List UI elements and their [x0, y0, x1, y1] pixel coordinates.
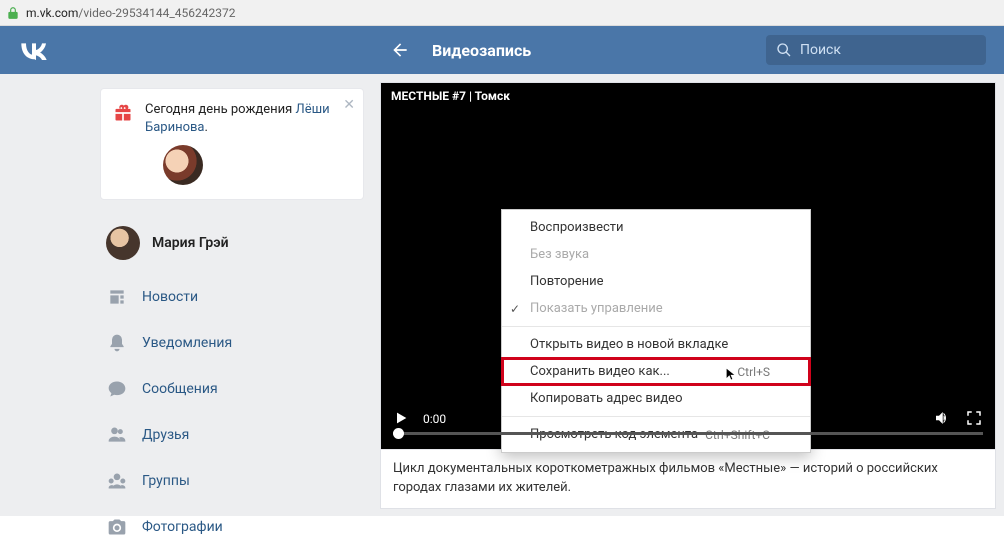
video-title: МЕСТНЫЕ #7 | Томск: [381, 83, 995, 109]
birthday-avatar[interactable]: [163, 145, 203, 185]
context-menu-item[interactable]: Сохранить видео как... Ctrl+S: [502, 358, 810, 385]
nav-label: Новости: [142, 289, 198, 305]
gift-icon: [113, 103, 133, 127]
nav-item-photos[interactable]: Фотографии: [100, 504, 364, 550]
nav-item-friends[interactable]: Друзья: [100, 412, 364, 458]
nav-label: Уведомления: [142, 335, 232, 351]
fullscreen-icon[interactable]: [965, 409, 983, 430]
photos-icon: [106, 516, 128, 538]
video-time: 0:00: [423, 412, 446, 426]
context-menu-label: Показать управление: [530, 301, 663, 316]
context-menu-item[interactable]: Воспроизвести: [502, 214, 810, 241]
context-menu-label: Воспроизвести: [530, 220, 624, 235]
bell-icon: [106, 332, 128, 354]
context-menu-shortcut: Ctrl+S: [737, 365, 770, 379]
nav-item-news[interactable]: Новости: [100, 274, 364, 320]
nav-label: Сообщения: [142, 381, 218, 397]
search-box[interactable]: Поиск: [766, 35, 986, 65]
nav-label: Фотографии: [142, 519, 223, 535]
vk-header: Видеозапись Поиск: [0, 26, 1004, 74]
page-title: Видеозапись: [432, 41, 766, 60]
birthday-card: Сегодня день рождения Лёши Баринова. ✕: [100, 88, 364, 200]
progress-bar[interactable]: [381, 433, 995, 439]
context-menu-label: Копировать адрес видео: [530, 391, 682, 406]
main-content: МЕСТНЫЕ #7 | Томск Воспроизвести Без звук…: [380, 74, 1004, 516]
video-player[interactable]: Воспроизвести Без звука Повторение Показать…: [381, 109, 995, 449]
close-icon[interactable]: ✕: [343, 97, 355, 113]
video-controls: 0:00: [381, 405, 995, 449]
friends-icon: [106, 424, 128, 446]
context-menu-label: Сохранить видео как...: [530, 364, 670, 379]
video-description: Цикл документальных короткометражных фил…: [381, 449, 995, 508]
context-menu-label: Повторение: [530, 274, 604, 289]
volume-icon[interactable]: [933, 409, 951, 430]
play-icon[interactable]: [393, 410, 409, 429]
vk-logo[interactable]: [18, 40, 118, 60]
search-placeholder: Поиск: [800, 42, 841, 58]
groups-icon: [106, 470, 128, 492]
context-menu-item[interactable]: Повторение: [502, 268, 810, 295]
birthday-text: Сегодня день рождения: [145, 102, 292, 117]
url-text[interactable]: m.vk.com/video-29534144_456242372: [26, 6, 235, 20]
nav-item-chat[interactable]: Сообщения: [100, 366, 364, 412]
back-button[interactable]: [388, 38, 412, 62]
nav-item-bell[interactable]: Уведомления: [100, 320, 364, 366]
nav-item-groups[interactable]: Группы: [100, 458, 364, 504]
cursor-icon: [724, 365, 738, 387]
sidebar: Сегодня день рождения Лёши Баринова. ✕ М…: [0, 74, 380, 516]
context-menu-label: Без звука: [530, 247, 589, 262]
context-menu-divider: [502, 326, 810, 327]
profile-row[interactable]: Мария Грэй: [100, 218, 364, 274]
nav-label: Группы: [142, 473, 190, 489]
profile-avatar: [106, 226, 140, 260]
search-icon: [776, 42, 792, 58]
browser-address-bar: m.vk.com/video-29534144_456242372: [0, 0, 1004, 26]
nav-label: Друзья: [142, 427, 189, 443]
lock-icon: [6, 6, 20, 20]
context-menu-label: Открыть видео в новой вкладке: [530, 337, 728, 352]
context-menu-item: Без звука: [502, 241, 810, 268]
video-card: МЕСТНЫЕ #7 | Томск Воспроизвести Без звук…: [380, 82, 996, 509]
news-icon: [106, 286, 128, 308]
context-menu-item[interactable]: Открыть видео в новой вкладке: [502, 331, 810, 358]
context-menu-item: Показать управление: [502, 295, 810, 322]
chat-icon: [106, 378, 128, 400]
profile-name: Мария Грэй: [152, 235, 229, 251]
